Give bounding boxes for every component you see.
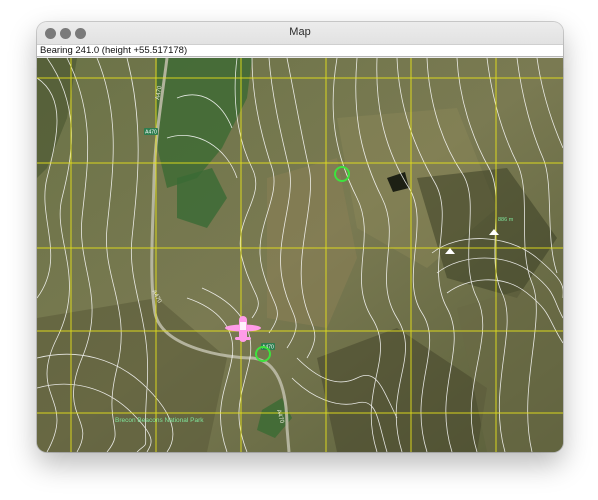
bearing-status: Bearing 241.0 (height +55.517178) — [37, 45, 563, 57]
map-canvas[interactable]: A470 A470 A470 A470 A470 886 m Brecon Be… — [37, 58, 563, 452]
window-title: Map — [289, 26, 311, 38]
title-bar[interactable]: Map — [37, 22, 563, 45]
road-number-badge-north: A470 — [144, 128, 158, 136]
park-label: Brecon Beacons National Park — [115, 417, 204, 424]
map-window: Map Bearing 241.0 (height +55.517178) A4… — [37, 22, 563, 452]
road-number-north: A470 — [145, 130, 157, 136]
summit-label: 886 m — [498, 217, 514, 223]
